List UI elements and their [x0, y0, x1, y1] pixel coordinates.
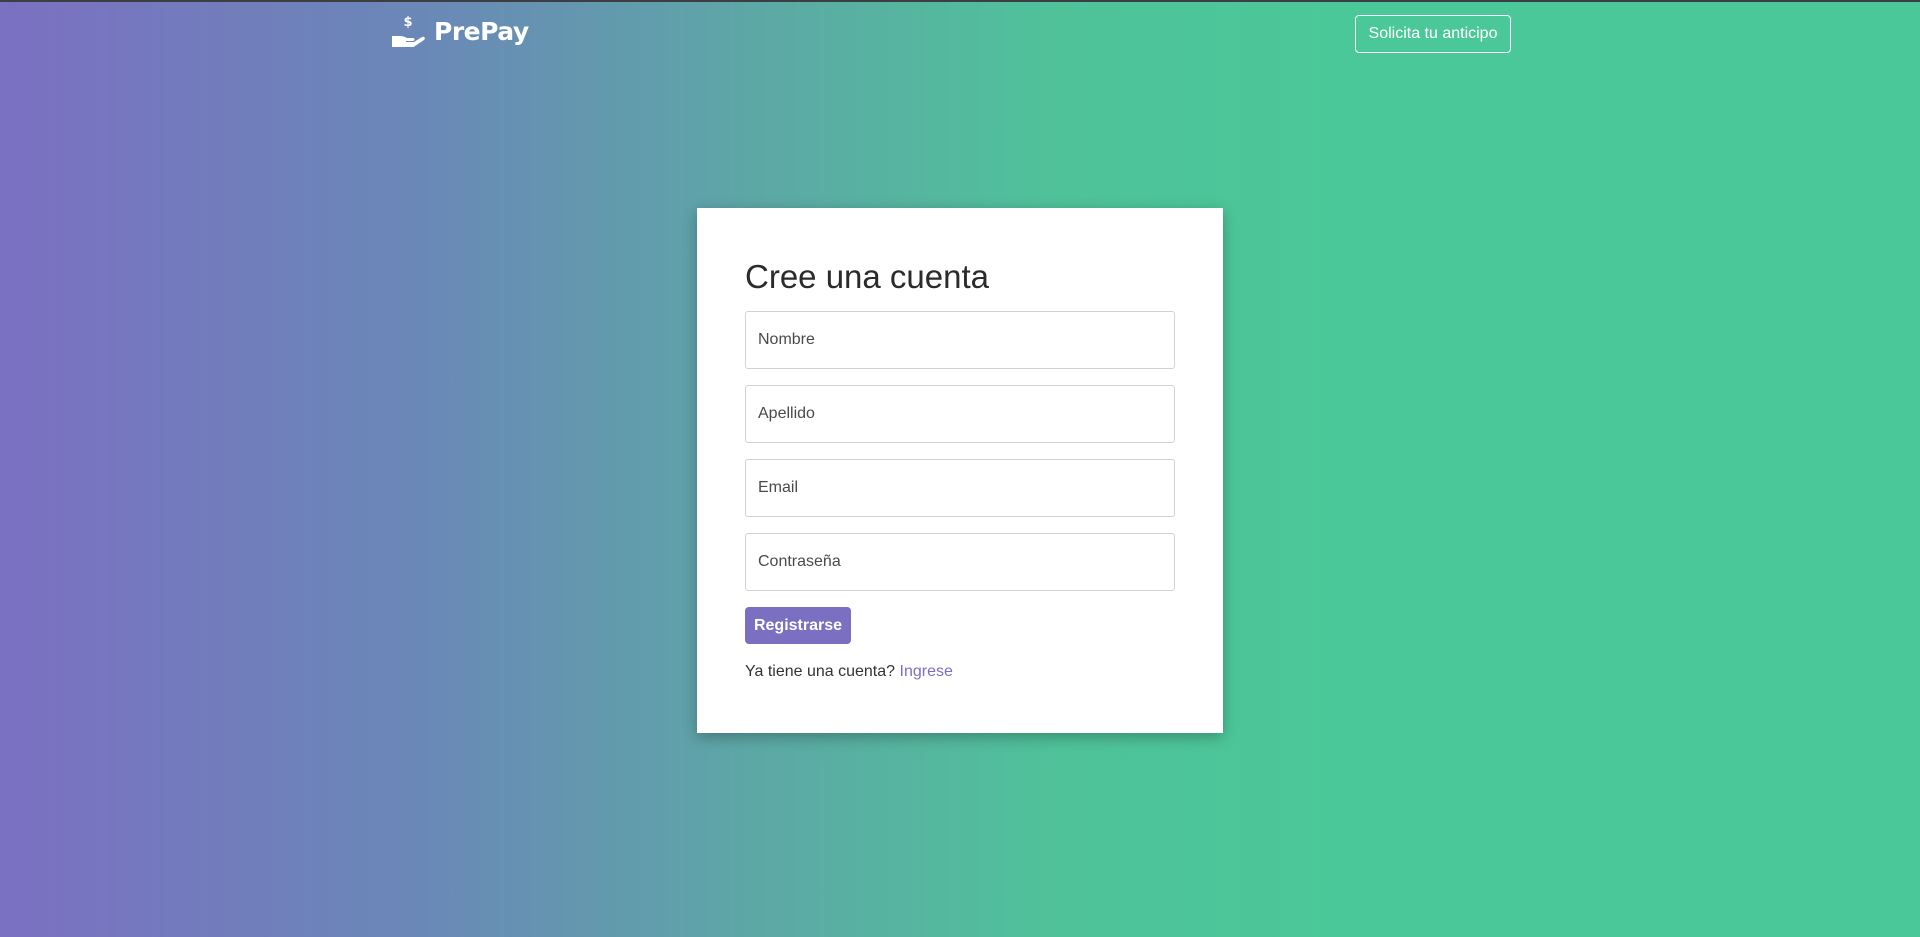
register-button[interactable]: Registrarse: [745, 607, 851, 644]
request-advance-button[interactable]: Solicita tu anticipo: [1355, 15, 1511, 53]
last-name-field[interactable]: [745, 385, 1175, 443]
hand-dollar-icon: $: [392, 15, 425, 47]
login-prompt-row: Ya tiene una cuenta? Ingrese: [745, 663, 953, 681]
password-field[interactable]: [745, 533, 1175, 591]
login-prompt-text: Ya tiene una cuenta?: [745, 663, 896, 680]
svg-text:$: $: [403, 15, 412, 30]
first-name-field[interactable]: [745, 311, 1175, 369]
brand-name: PrePay: [434, 16, 529, 46]
email-field[interactable]: [745, 459, 1175, 517]
page-title: Cree una cuenta: [745, 258, 990, 295]
login-link[interactable]: Ingrese: [900, 663, 953, 680]
brand-logo[interactable]: $ PrePay: [390, 14, 529, 48]
navbar: $ PrePay Solicita tu anticipo: [0, 0, 1920, 70]
signup-card: Cree una cuenta Registrarse Ya tiene una…: [697, 208, 1223, 733]
